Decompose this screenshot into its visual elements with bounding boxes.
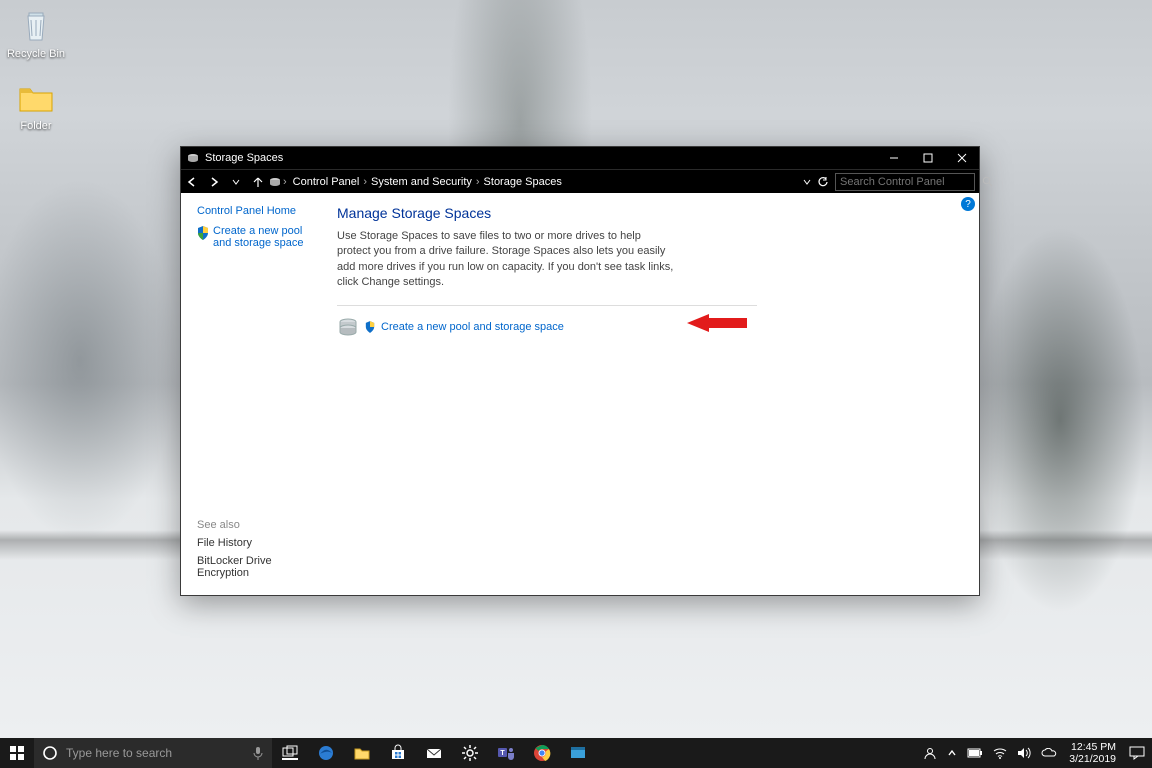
create-pool-link[interactable]: Create a new pool and storage space	[381, 321, 564, 333]
action-center-button[interactable]	[1122, 746, 1152, 760]
breadcrumb-item[interactable]: Storage Spaces	[484, 176, 562, 188]
volume-icon[interactable]	[1017, 747, 1031, 759]
breadcrumb-item[interactable]: System and Security	[371, 176, 472, 188]
taskbar-app-teams[interactable]: T	[488, 738, 524, 768]
app-icon	[187, 152, 199, 164]
cortana-icon	[42, 745, 58, 761]
control-panel-home-link[interactable]: Control Panel Home	[197, 205, 321, 217]
minimize-button[interactable]	[877, 147, 911, 169]
taskbar-app-chrome[interactable]	[524, 738, 560, 768]
people-icon[interactable]	[923, 746, 937, 760]
taskbar-app-settings[interactable]	[452, 738, 488, 768]
task-view-button[interactable]	[272, 738, 308, 768]
page-heading: Manage Storage Spaces	[337, 205, 949, 221]
tray-overflow-icon[interactable]	[947, 748, 957, 758]
shield-icon	[197, 226, 209, 240]
search-icon[interactable]	[982, 176, 993, 187]
shield-icon	[365, 321, 375, 333]
search-input[interactable]	[840, 176, 982, 188]
taskbar-clock[interactable]: 12:45 PM 3/21/2019	[1063, 741, 1122, 765]
see-also-link[interactable]: BitLocker Drive Encryption	[197, 555, 321, 579]
red-arrow-annotation	[687, 314, 747, 332]
search-box[interactable]	[835, 173, 975, 191]
mic-icon[interactable]	[252, 746, 264, 760]
system-tray	[917, 746, 1063, 760]
storage-spaces-window: Storage Spaces	[180, 146, 980, 596]
taskbar-app-edge[interactable]	[308, 738, 344, 768]
help-icon[interactable]: ?	[961, 197, 975, 211]
taskbar-search[interactable]: Type here to search	[34, 738, 272, 768]
onedrive-icon[interactable]	[1041, 748, 1057, 758]
folder-icon	[16, 78, 56, 118]
maximize-button[interactable]	[911, 147, 945, 169]
taskbar-app-explorer[interactable]	[344, 738, 380, 768]
breadcrumb: Control Panel › System and Security › St…	[289, 176, 566, 188]
window-title: Storage Spaces	[205, 152, 283, 164]
up-button[interactable]	[247, 170, 269, 194]
sidebar-create-pool-label: Create a new pool and storage space	[213, 225, 321, 249]
forward-button[interactable]	[203, 170, 225, 194]
address-dropdown-icon[interactable]	[803, 178, 811, 186]
storage-icon	[337, 316, 359, 338]
refresh-button[interactable]	[817, 176, 829, 188]
see-also-heading: See also	[197, 519, 321, 531]
page-description: Use Storage Spaces to save files to two …	[337, 229, 677, 291]
back-button[interactable]	[181, 170, 203, 194]
clock-date: 3/21/2019	[1069, 753, 1116, 765]
navbar: › Control Panel › System and Security › …	[181, 169, 979, 193]
desktop: Recycle Bin Folder Storage Spaces	[0, 0, 1152, 768]
taskbar-search-placeholder: Type here to search	[66, 746, 172, 760]
desktop-icon-label: Recycle Bin	[7, 48, 65, 60]
separator	[337, 305, 757, 306]
taskbar-app-mail[interactable]	[416, 738, 452, 768]
main-pane: Manage Storage Spaces Use Storage Spaces…	[331, 193, 979, 595]
desktop-icon-label: Folder	[20, 120, 51, 132]
see-also-link[interactable]: File History	[197, 537, 321, 549]
breadcrumb-item[interactable]: Control Panel	[293, 176, 360, 188]
svg-text:T: T	[500, 750, 505, 757]
sidebar-create-pool-link[interactable]: Create a new pool and storage space	[197, 225, 321, 249]
recycle-bin-icon	[16, 6, 56, 46]
breadcrumb-icon	[269, 176, 281, 188]
close-button[interactable]	[945, 147, 979, 169]
taskbar-app-store[interactable]	[380, 738, 416, 768]
window-body: ? Control Panel Home Create a new pool a…	[181, 193, 979, 595]
desktop-icon-folder[interactable]: Folder	[6, 78, 66, 132]
start-button[interactable]	[0, 738, 34, 768]
wifi-icon[interactable]	[993, 747, 1007, 759]
taskbar: Type here to search T	[0, 738, 1152, 768]
battery-icon[interactable]	[967, 748, 983, 758]
taskbar-app-generic[interactable]	[560, 738, 596, 768]
desktop-icon-recycle-bin[interactable]: Recycle Bin	[6, 6, 66, 60]
see-also-section: See also File History BitLocker Drive En…	[197, 499, 321, 585]
titlebar[interactable]: Storage Spaces	[181, 147, 979, 169]
clock-time: 12:45 PM	[1069, 741, 1116, 753]
left-nav: Control Panel Home Create a new pool and…	[181, 193, 331, 595]
recent-dropdown[interactable]	[225, 170, 247, 194]
create-pool-action: Create a new pool and storage space	[337, 316, 949, 338]
